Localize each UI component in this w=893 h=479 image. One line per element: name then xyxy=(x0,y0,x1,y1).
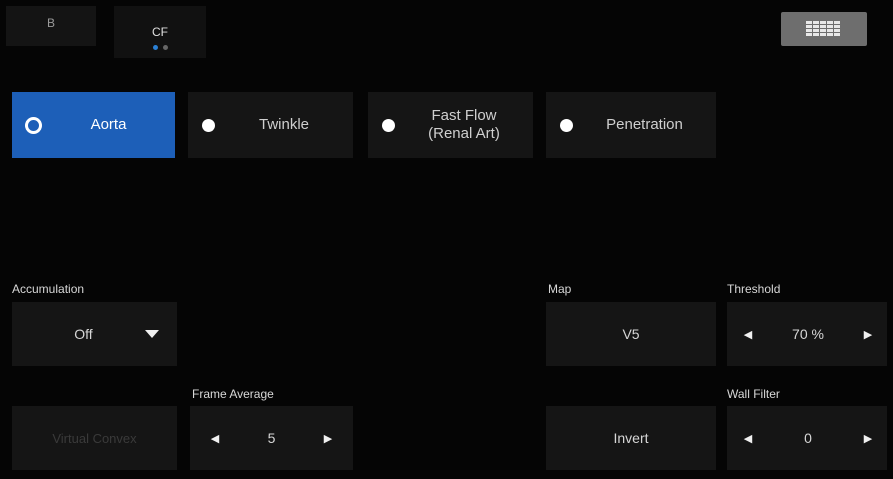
map-label: Map xyxy=(548,282,572,296)
virtual-convex-label: Virtual Convex xyxy=(52,430,137,446)
threshold-stepper[interactable]: ◀ 70 % ▶ xyxy=(727,302,887,366)
wall-filter-stepper[interactable]: ◀ 0 ▶ xyxy=(727,406,887,470)
grid-icon xyxy=(806,21,840,36)
frame-average-stepper[interactable]: ◀ 5 ▶ xyxy=(190,406,353,470)
tab-cf-label: CF xyxy=(152,24,168,39)
frame-average-label: Frame Average xyxy=(192,387,274,401)
radio-icon xyxy=(382,118,395,132)
radio-selected-icon xyxy=(25,116,42,134)
accumulation-label: Accumulation xyxy=(12,282,85,296)
wall-filter-value: 0 xyxy=(804,430,812,446)
accumulation-value: Off xyxy=(74,326,93,342)
preset-penetration[interactable]: Penetration xyxy=(546,92,716,158)
radio-icon xyxy=(560,118,573,132)
preset-penetration-label: Penetration xyxy=(606,116,683,133)
preset-fast-flow[interactable]: Fast Flow (Renal Art) xyxy=(368,92,533,158)
preset-fast-flow-label: Fast Flow (Renal Art) xyxy=(428,107,500,142)
frame-average-value: 5 xyxy=(267,430,276,446)
left-arrow-icon[interactable]: ◀ xyxy=(202,432,228,445)
tab-cf[interactable]: CF xyxy=(114,6,206,58)
left-arrow-icon[interactable]: ◀ xyxy=(735,328,761,341)
right-arrow-icon[interactable]: ▶ xyxy=(315,432,341,445)
right-arrow-icon[interactable]: ▶ xyxy=(855,328,881,341)
right-arrow-icon[interactable]: ▶ xyxy=(855,432,881,445)
virtual-convex-button: Virtual Convex xyxy=(12,406,177,470)
radio-icon xyxy=(202,118,215,132)
tab-b[interactable]: B xyxy=(6,6,96,46)
accumulation-dropdown[interactable]: Off xyxy=(12,302,177,366)
preset-twinkle[interactable]: Twinkle xyxy=(188,92,353,158)
threshold-value: 70 % xyxy=(792,326,824,342)
page-indicator xyxy=(152,44,168,50)
tab-b-label: B xyxy=(46,16,55,30)
dropdown-arrow-icon xyxy=(145,329,159,338)
menu-grid-button[interactable] xyxy=(781,12,867,46)
invert-button[interactable]: Invert xyxy=(546,406,716,470)
preset-aorta-label: Aorta xyxy=(90,116,127,133)
wall-filter-label: Wall Filter xyxy=(727,387,780,401)
map-button[interactable]: V5 xyxy=(546,302,716,366)
map-value: V5 xyxy=(622,326,640,342)
threshold-label: Threshold xyxy=(727,282,781,296)
left-arrow-icon[interactable]: ◀ xyxy=(735,432,761,445)
preset-twinkle-label: Twinkle xyxy=(258,116,310,133)
preset-aorta[interactable]: Aorta xyxy=(12,92,175,158)
invert-label: Invert xyxy=(613,430,649,446)
page-dot-active xyxy=(152,44,158,50)
page-dot xyxy=(162,44,168,50)
